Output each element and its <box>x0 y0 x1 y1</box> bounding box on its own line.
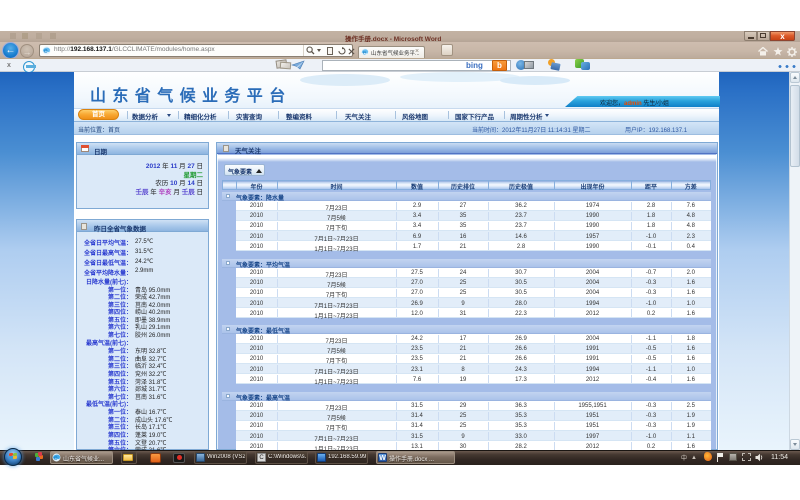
svg-text:e: e <box>363 49 367 56</box>
svg-text:e: e <box>54 453 58 462</box>
svg-text:e: e <box>44 46 48 55</box>
